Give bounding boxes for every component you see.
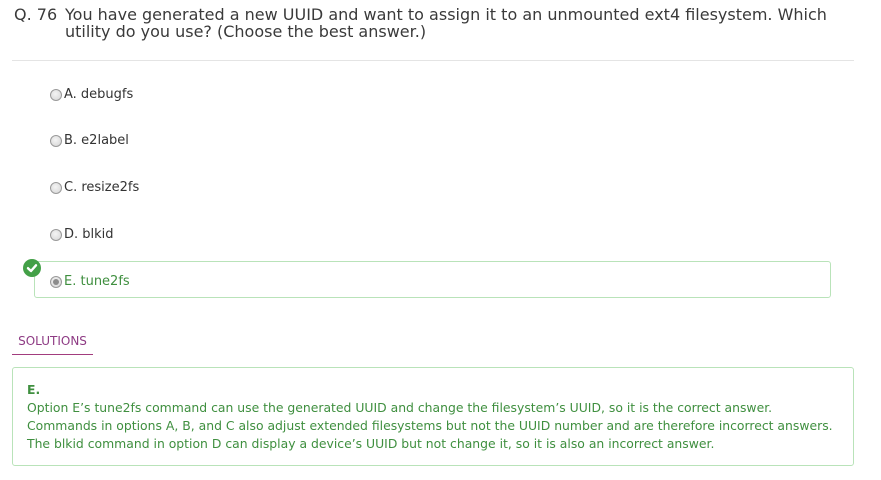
option-e[interactable]: E. tune2fs xyxy=(50,271,130,291)
solutions-tab[interactable]: SOLUTIONS xyxy=(12,333,93,355)
question-text: You have generated a new UUID and want t… xyxy=(65,5,827,41)
option-b-radio[interactable] xyxy=(50,134,62,147)
option-c-radio[interactable] xyxy=(50,181,62,194)
option-d-label: D. blkid xyxy=(64,226,114,242)
option-e-radio[interactable] xyxy=(50,275,62,288)
correct-answer-box xyxy=(34,261,831,298)
question-number: Q. 76 xyxy=(14,5,58,24)
option-a-label: A. debugfs xyxy=(64,86,134,102)
divider xyxy=(12,60,854,61)
option-a[interactable]: A. debugfs xyxy=(50,84,133,104)
check-circle-icon xyxy=(23,259,41,277)
solution-explanation: Option E’s tune2fs command can use the g… xyxy=(27,400,833,451)
option-c-label: C. resize2fs xyxy=(64,179,140,195)
option-b-label: B. e2label xyxy=(64,132,129,148)
solution-answer: E. xyxy=(27,382,41,397)
option-d-radio[interactable] xyxy=(50,228,62,241)
option-c[interactable]: C. resize2fs xyxy=(50,177,139,197)
solution-box: E. Option E’s tune2fs command can use th… xyxy=(12,367,854,466)
option-d[interactable]: D. blkid xyxy=(50,224,114,244)
option-b[interactable]: B. e2label xyxy=(50,130,129,150)
option-a-radio[interactable] xyxy=(50,88,62,101)
option-e-label: E. tune2fs xyxy=(64,273,130,289)
